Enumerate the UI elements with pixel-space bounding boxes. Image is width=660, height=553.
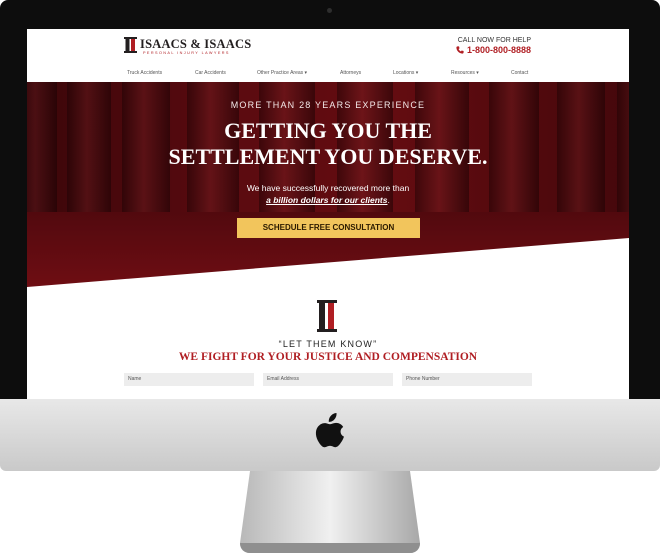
hero-intro: We have successfully recovered more than… bbox=[27, 182, 629, 206]
imac-stand bbox=[240, 471, 420, 553]
phone-field[interactable] bbox=[402, 373, 532, 386]
apple-logo-icon bbox=[315, 413, 344, 448]
hero-banner: MORE THAN 28 YEARS EXPERIENCE GETTING YO… bbox=[27, 82, 629, 287]
hero-headline-line-1: GETTING YOU THE bbox=[224, 118, 432, 143]
main-nav: Truck Accidents Car Accidents Other Prac… bbox=[27, 69, 629, 81]
brand-tagline: PERSONAL INJURY LAWYERS bbox=[143, 51, 230, 55]
hero-intro-line-1: We have successfully recovered more than bbox=[246, 183, 410, 193]
phone-link[interactable]: 1-800-800-8888 bbox=[456, 45, 531, 55]
site-header: ISAACS & ISAACS PERSONAL INJURY LAWYERS … bbox=[27, 29, 629, 81]
brand-name[interactable]: ISAACS & ISAACS bbox=[140, 37, 251, 52]
hero-headline: GETTING YOU THE SETTLEMENT YOU DESERVE. bbox=[27, 118, 629, 170]
hero-intro-end: . bbox=[387, 195, 390, 205]
nav-item-other-practice-areas[interactable]: Other Practice Areas ▾ bbox=[257, 70, 307, 76]
pillar-emblem-icon bbox=[317, 300, 337, 332]
nav-item-contact[interactable]: Contact bbox=[511, 70, 528, 76]
phone-number: 1-800-800-8888 bbox=[466, 45, 531, 55]
hero-kicker: MORE THAN 28 YEARS EXPERIENCE bbox=[230, 100, 426, 110]
browser-screen: ISAACS & ISAACS PERSONAL INJURY LAWYERS … bbox=[27, 29, 629, 399]
phone-icon bbox=[456, 46, 464, 54]
section-heading: WE FIGHT FOR YOUR JUSTICE AND COMPENSATI… bbox=[178, 351, 478, 363]
name-field[interactable] bbox=[124, 373, 254, 386]
nav-item-locations[interactable]: Locations ▾ bbox=[393, 70, 418, 76]
nav-item-resources[interactable]: Resources ▾ bbox=[451, 70, 479, 76]
hero-intro-emphasis[interactable]: a billion dollars for our clients bbox=[266, 195, 387, 205]
nav-item-truck-accidents[interactable]: Truck Accidents bbox=[127, 70, 162, 76]
nav-item-car-accidents[interactable]: Car Accidents bbox=[195, 70, 226, 76]
call-label: CALL NOW FOR HELP bbox=[457, 37, 531, 44]
email-field[interactable] bbox=[263, 373, 393, 386]
section-quote: “LET THEM KNOW” bbox=[278, 339, 378, 349]
camera-icon bbox=[327, 8, 332, 13]
hero-headline-line-2: SETTLEMENT YOU DESERVE. bbox=[168, 144, 488, 169]
schedule-consultation-button[interactable]: SCHEDULE FREE CONSULTATION bbox=[237, 218, 420, 238]
pillar-logo-icon[interactable] bbox=[124, 37, 137, 53]
nav-item-attorneys[interactable]: Attorneys bbox=[340, 70, 361, 76]
